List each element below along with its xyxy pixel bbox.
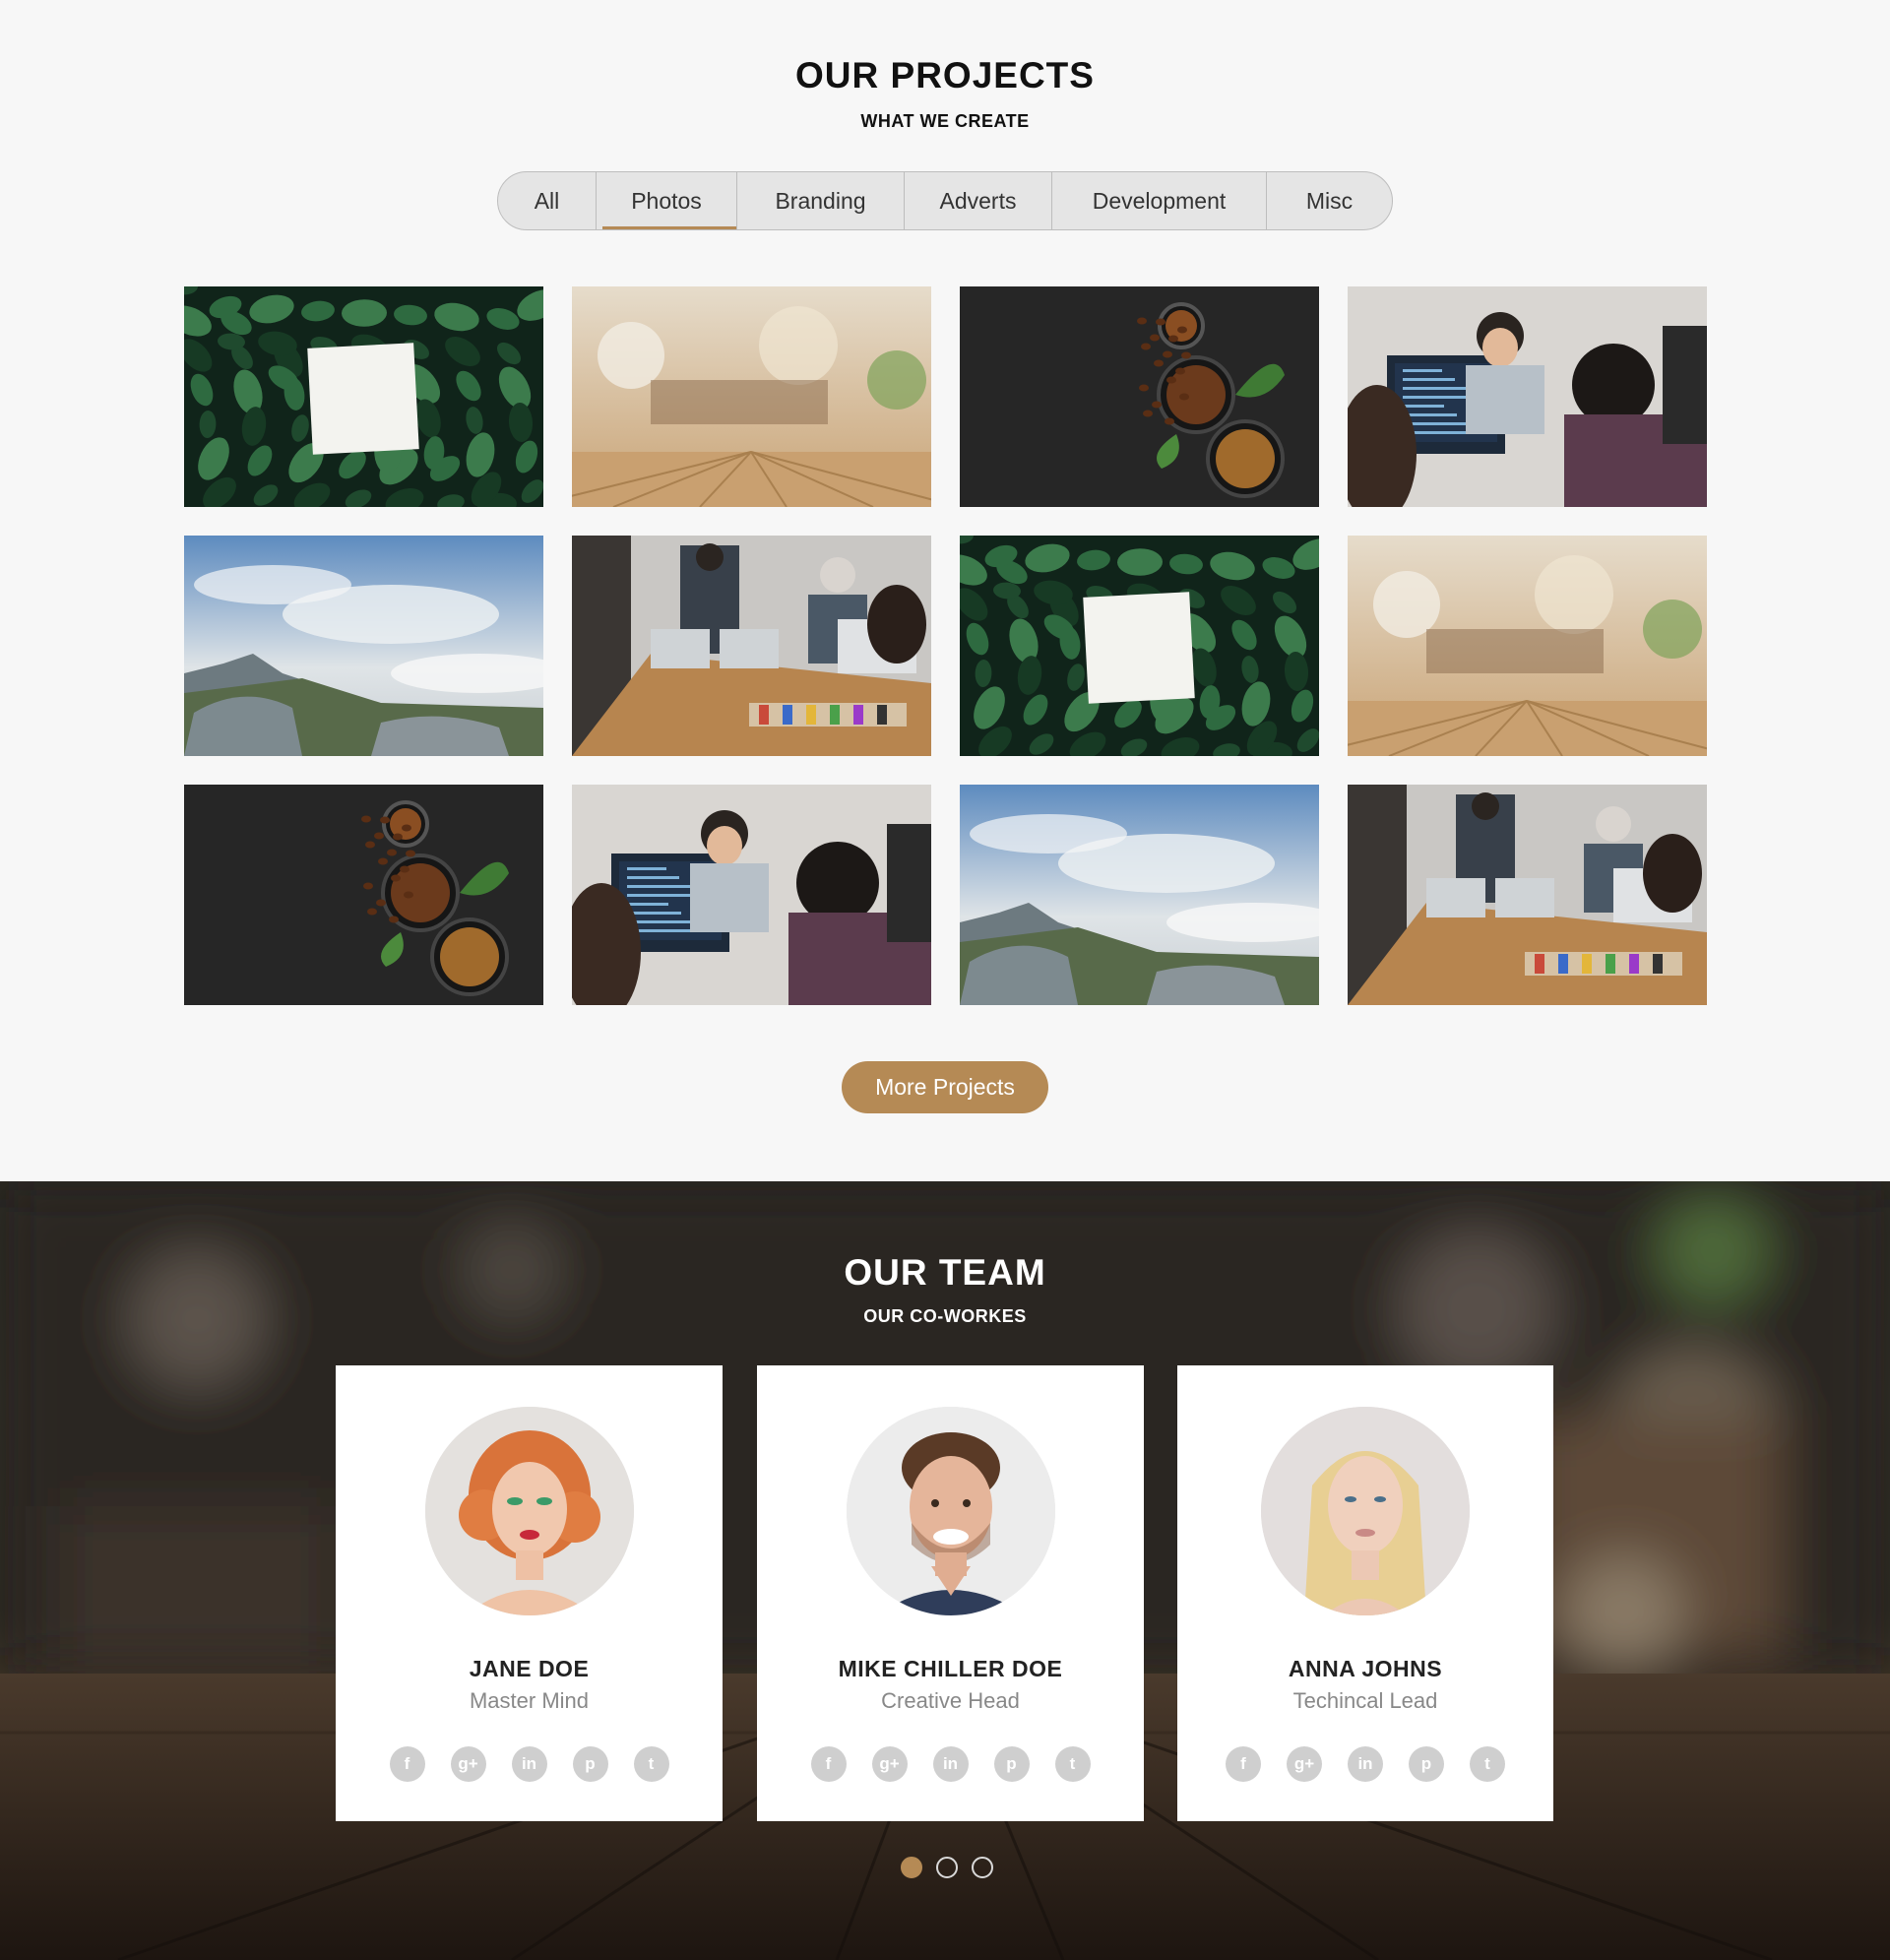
project-thumbnail[interactable]: [1348, 536, 1707, 756]
social-links: f g+ in p t: [336, 1746, 723, 1782]
cafe-bokeh-photo: [1348, 536, 1707, 756]
linkedin-icon[interactable]: in: [511, 1746, 547, 1782]
meeting-room-photo: [572, 536, 931, 756]
project-filter-bar: All Photos Branding Adverts Development …: [497, 171, 1393, 230]
facebook-icon[interactable]: f: [389, 1746, 425, 1782]
slider-dot[interactable]: [901, 1857, 922, 1878]
member-role: Master Mind: [469, 1688, 590, 1713]
project-thumbnail[interactable]: [960, 785, 1319, 1005]
meeting-room-photo: [1348, 785, 1707, 1005]
project-thumbnail[interactable]: [572, 785, 931, 1005]
twitter-icon[interactable]: t: [1054, 1746, 1091, 1782]
leaves-card-photo: [184, 286, 543, 507]
avatar: [846, 1407, 1055, 1615]
mountain-sky-photo: [960, 785, 1319, 1005]
projects-section: OUR PROJECTS WHAT WE CREATE All Photos B…: [0, 0, 1890, 1181]
jane-doe-portrait: [424, 1407, 634, 1615]
slider-dot[interactable]: [972, 1857, 993, 1878]
linkedin-icon[interactable]: in: [1348, 1746, 1383, 1782]
project-thumbnail[interactable]: [960, 536, 1319, 756]
mountain-sky-photo: [184, 536, 543, 756]
team-card: MIKE CHILLER DOE Creative Head f g+ in p…: [757, 1365, 1144, 1821]
filter-misc[interactable]: Misc: [1267, 172, 1392, 229]
team-section: OUR TEAM OUR CO-WORKES JANE DOE Master M…: [0, 1181, 1890, 1960]
facebook-icon[interactable]: f: [810, 1746, 847, 1782]
slider-pagination: [901, 1857, 993, 1878]
more-projects-button[interactable]: More Projects: [842, 1061, 1048, 1113]
member-role: Creative Head: [881, 1688, 1020, 1713]
twitter-icon[interactable]: t: [1470, 1746, 1505, 1782]
facebook-icon[interactable]: f: [1226, 1746, 1261, 1782]
filter-development[interactable]: Development: [1052, 172, 1267, 229]
member-name: JANE DOE: [469, 1656, 590, 1681]
projects-title: OUR PROJECTS: [795, 55, 1095, 95]
avatar: [424, 1407, 634, 1615]
team-card: ANNA JOHNS Techincal Lead f g+ in p t: [1177, 1365, 1553, 1821]
project-thumbnail[interactable]: [184, 536, 543, 756]
google-plus-icon[interactable]: g+: [450, 1746, 486, 1782]
project-thumbnail[interactable]: [572, 536, 931, 756]
slider-dot[interactable]: [936, 1857, 958, 1878]
leaves-card-photo: [960, 536, 1319, 756]
pinterest-icon[interactable]: p: [1409, 1746, 1444, 1782]
team-title: OUR TEAM: [844, 1252, 1046, 1293]
google-plus-icon[interactable]: g+: [871, 1746, 908, 1782]
mike-chiller-doe-portrait: [846, 1407, 1055, 1615]
pinterest-icon[interactable]: p: [572, 1746, 608, 1782]
project-gallery: [184, 286, 1708, 1005]
office-workers-photo: [1348, 286, 1707, 507]
google-plus-icon[interactable]: g+: [1287, 1746, 1322, 1782]
avatar: [1261, 1407, 1470, 1615]
social-links: f g+ in p t: [1177, 1746, 1553, 1782]
cafe-bokeh-photo: [572, 286, 931, 507]
coffee-beans-photo: [184, 785, 543, 1005]
social-links: f g+ in p t: [757, 1746, 1144, 1782]
filter-all[interactable]: All: [498, 172, 597, 229]
project-thumbnail[interactable]: [960, 286, 1319, 507]
filter-photos[interactable]: Photos: [597, 172, 737, 229]
team-card: JANE DOE Master Mind f g+ in p t: [336, 1365, 723, 1821]
member-name: ANNA JOHNS: [1288, 1656, 1443, 1681]
twitter-icon[interactable]: t: [633, 1746, 669, 1782]
project-thumbnail[interactable]: [184, 286, 543, 507]
member-role: Techincal Lead: [1292, 1688, 1438, 1713]
anna-johns-portrait: [1261, 1407, 1470, 1615]
project-thumbnail[interactable]: [572, 286, 931, 507]
coffee-beans-photo: [960, 286, 1319, 507]
projects-subtitle: WHAT WE CREATE: [860, 111, 1030, 131]
filter-branding[interactable]: Branding: [737, 172, 905, 229]
member-name: MIKE CHILLER DOE: [838, 1656, 1063, 1681]
linkedin-icon[interactable]: in: [932, 1746, 969, 1782]
pinterest-icon[interactable]: p: [993, 1746, 1030, 1782]
team-subtitle: OUR CO-WORKES: [863, 1306, 1027, 1326]
project-thumbnail[interactable]: [1348, 785, 1707, 1005]
project-thumbnail[interactable]: [1348, 286, 1707, 507]
filter-adverts[interactable]: Adverts: [905, 172, 1052, 229]
project-thumbnail[interactable]: [184, 785, 543, 1005]
office-workers-photo: [572, 785, 931, 1005]
